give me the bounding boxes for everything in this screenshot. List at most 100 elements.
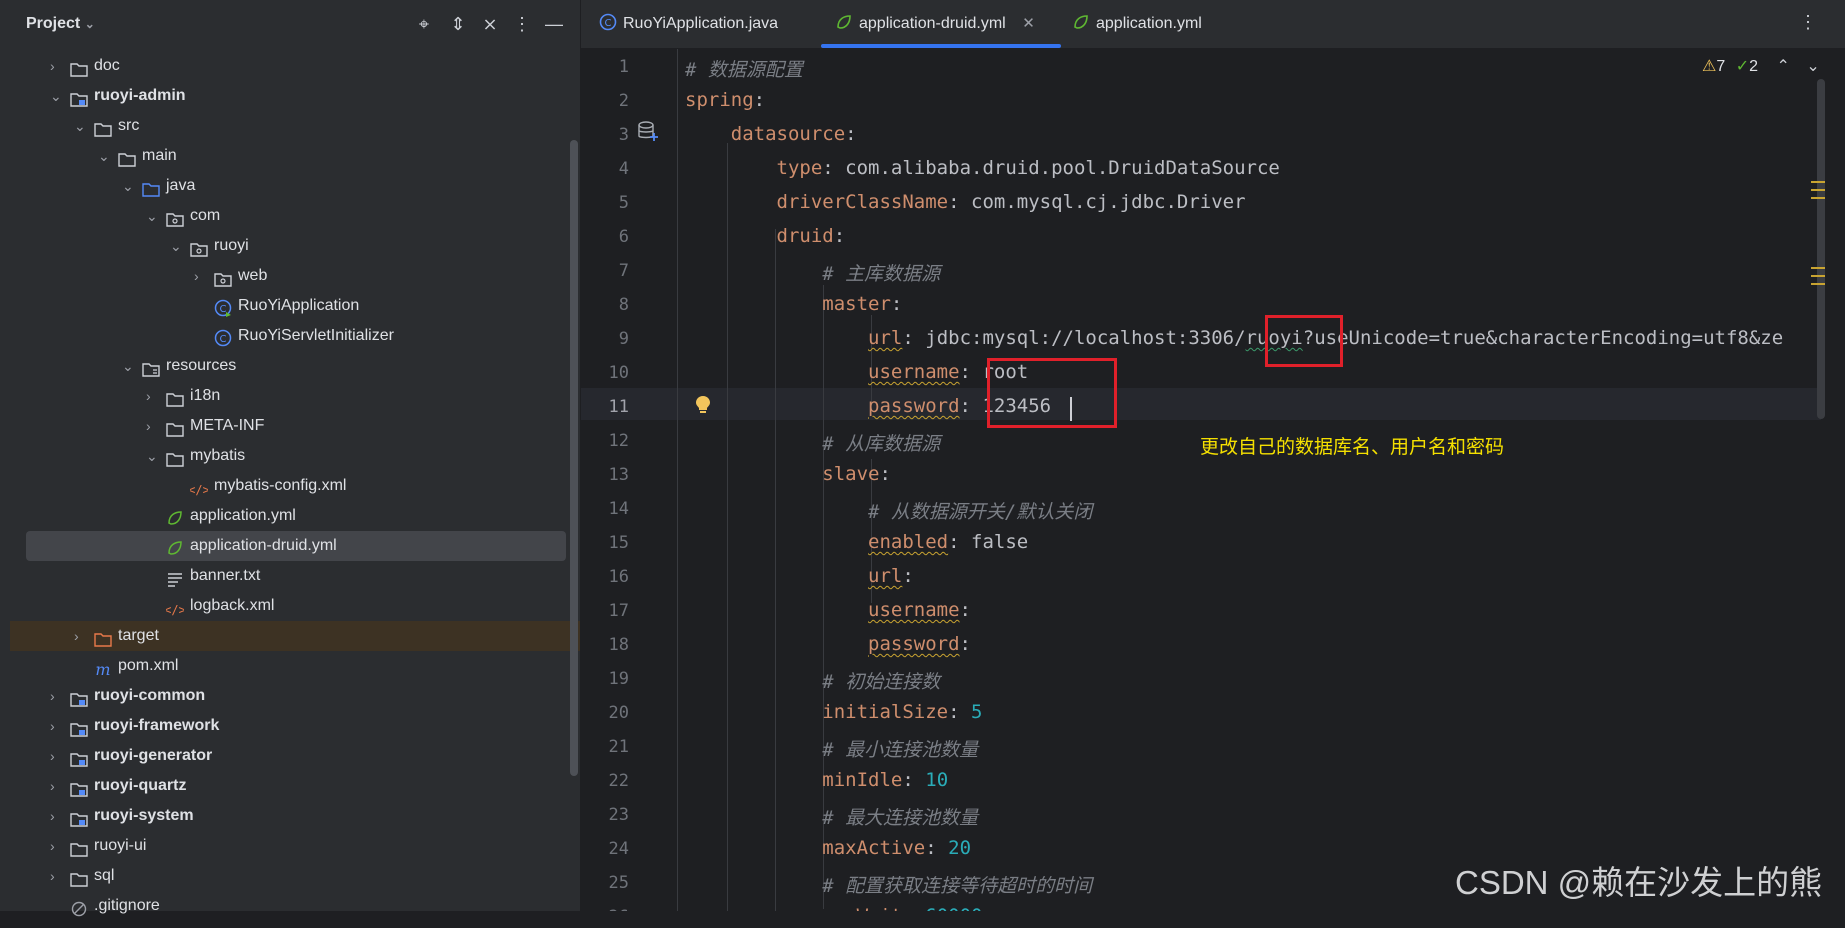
folder-icon [94, 118, 112, 137]
tree-item[interactable]: ⌄ src [10, 111, 580, 141]
tree-item-label: .gitignore [94, 897, 160, 914]
tree-item[interactable]: application-druid.yml [26, 531, 566, 561]
tabs-more-icon[interactable]: ⋮ [1799, 12, 1817, 33]
module-icon [70, 688, 88, 707]
line-number: 7 [618, 261, 629, 281]
module-icon [70, 718, 88, 737]
line-number: 10 [608, 363, 629, 383]
warning-stripe[interactable] [1811, 275, 1825, 277]
chevron-down-icon[interactable]: ⌄ [122, 351, 136, 381]
tree-item[interactable]: › META-INF [10, 411, 580, 441]
chevron-right-icon[interactable]: › [194, 261, 208, 291]
tab-ruoyiapplication-java[interactable]: C RuoYiApplication.java [599, 0, 778, 48]
inspection-widget[interactable]: ⚠7 ✓2 ⌃ ⌄ [1702, 56, 1820, 76]
tree-item[interactable]: </> mybatis-config.xml [10, 471, 580, 501]
code-line-13: slave: [822, 463, 891, 485]
warning-stripe[interactable] [1811, 189, 1825, 191]
chevron-down-icon[interactable]: ⌄ [170, 231, 184, 261]
tree-item-label: resources [166, 357, 237, 374]
collapse-all-icon[interactable]: ⨯ [480, 14, 500, 34]
editor-scrollbar[interactable] [1817, 79, 1825, 419]
warning-stripe[interactable] [1811, 197, 1825, 199]
tree-item[interactable]: › ruoyi-system [10, 801, 580, 831]
tree-item[interactable]: › doc [10, 51, 580, 81]
expand-all-icon[interactable]: ⇕ [448, 14, 468, 34]
line-number: 14 [608, 499, 629, 519]
tree-item-label: ruoyi-framework [94, 717, 220, 734]
options-menu-icon[interactable]: ⋮ [512, 14, 532, 34]
chevron-right-icon[interactable]: › [50, 741, 64, 771]
chevron-right-icon[interactable]: › [50, 51, 64, 81]
tree-item[interactable]: › ruoyi-ui [10, 831, 580, 861]
line-number: 15 [608, 533, 629, 553]
project-view-selector[interactable]: Project ⌄ [26, 15, 95, 33]
tree-scrollbar[interactable] [570, 140, 578, 776]
tab-application-yml[interactable]: application.yml [1072, 0, 1202, 48]
warning-stripe[interactable] [1811, 181, 1825, 183]
folder-icon [166, 448, 184, 467]
tree-item[interactable]: › i18n [10, 381, 580, 411]
datasource-icon[interactable] [637, 120, 659, 142]
chevron-right-icon[interactable]: › [50, 681, 64, 711]
locate-icon[interactable]: ⌖ [414, 14, 434, 34]
folder-icon [70, 838, 88, 857]
tree-item[interactable]: › web [10, 261, 580, 291]
chevron-down-icon[interactable]: ⌄ [122, 171, 136, 201]
code-editor[interactable]: 1 2 3 4 5 6 7 8 9 10 11 12 13 14 15 16 17 18 19 20 21 22 23 24 2… [581, 49, 1845, 911]
tree-item[interactable]: › target [10, 621, 580, 651]
tree-item[interactable]: ⌄ mybatis [10, 441, 580, 471]
project-panel: Project ⌄ ⌖ ⇕ ⨯ ⋮ — › doc ⌄ ruoyi-admin ⌄ src… [0, 0, 581, 917]
chevron-right-icon[interactable]: › [50, 711, 64, 741]
tree-item[interactable]: ⌄ ruoyi [10, 231, 580, 261]
code-line-25: # 配置获取连接等待超时的时间 [822, 875, 1093, 897]
chevron-down-icon[interactable]: ⌄ [74, 111, 88, 141]
tree-item[interactable]: › ruoyi-quartz [10, 771, 580, 801]
tab-application-druid-yml[interactable]: application-druid.yml ✕ [835, 0, 1035, 48]
chevron-right-icon[interactable]: › [74, 621, 88, 651]
code-line-5: driverClassName: com.mysql.cj.jdbc.Drive… [776, 191, 1246, 213]
tree-item[interactable]: </> logback.xml [10, 591, 580, 621]
chevron-down-icon[interactable]: ⌄ [50, 81, 64, 111]
tree-item-label: ruoyi [214, 237, 249, 254]
tree-item[interactable]: C RuoYiApplication [10, 291, 580, 321]
tree-item[interactable]: › ruoyi-framework [10, 711, 580, 741]
line-number: 20 [608, 703, 629, 723]
line-number: 9 [618, 329, 629, 349]
tree-item[interactable]: application.yml [10, 501, 580, 531]
chevron-down-icon[interactable]: ⌄ [146, 201, 160, 231]
svg-text:m: m [95, 661, 110, 677]
chevron-right-icon[interactable]: › [146, 381, 160, 411]
tree-item[interactable]: › sql [10, 861, 580, 891]
tree-item[interactable]: › ruoyi-common [10, 681, 580, 711]
line-number: 22 [608, 771, 629, 791]
folder-icon [166, 388, 184, 407]
chevron-down-icon[interactable]: ⌄ [98, 141, 112, 171]
tree-item[interactable]: ⌄ main [10, 141, 580, 171]
line-number: 1 [618, 57, 629, 77]
tree-item[interactable]: ⌄ resources [10, 351, 580, 381]
db-name-highlight-box [1265, 315, 1343, 367]
close-tab-icon[interactable]: ✕ [1022, 15, 1035, 32]
tree-item[interactable]: m pom.xml [10, 651, 580, 681]
tree-item[interactable]: banner.txt [10, 561, 580, 591]
chevron-right-icon[interactable]: › [50, 771, 64, 801]
chevron-right-icon[interactable]: › [50, 801, 64, 831]
warning-stripe[interactable] [1811, 267, 1825, 269]
project-panel-header: Project ⌄ ⌖ ⇕ ⨯ ⋮ — [0, 0, 580, 50]
tree-item[interactable]: ⌄ com [10, 201, 580, 231]
chevron-right-icon[interactable]: › [50, 831, 64, 861]
tree-item[interactable]: ⌄ java [10, 171, 580, 201]
tree-item[interactable]: ⌄ ruoyi-admin [10, 81, 580, 111]
next-highlight-icon[interactable]: ⌄ [1806, 58, 1819, 75]
tree-item[interactable]: .gitignore [10, 891, 580, 921]
tree-item[interactable]: › ruoyi-generator [10, 741, 580, 771]
tree-item[interactable]: C RuoYiServletInitializer [10, 321, 580, 351]
code-line-14: # 从数据源开关/默认关闭 [868, 501, 1093, 523]
chevron-right-icon[interactable]: › [50, 861, 64, 891]
previous-highlight-icon[interactable]: ⌃ [1776, 58, 1789, 75]
hide-panel-icon[interactable]: — [544, 14, 564, 34]
chevron-down-icon[interactable]: ⌄ [146, 441, 160, 471]
line-number: 6 [618, 227, 629, 247]
chevron-right-icon[interactable]: › [146, 411, 160, 441]
warning-stripe[interactable] [1811, 283, 1825, 285]
